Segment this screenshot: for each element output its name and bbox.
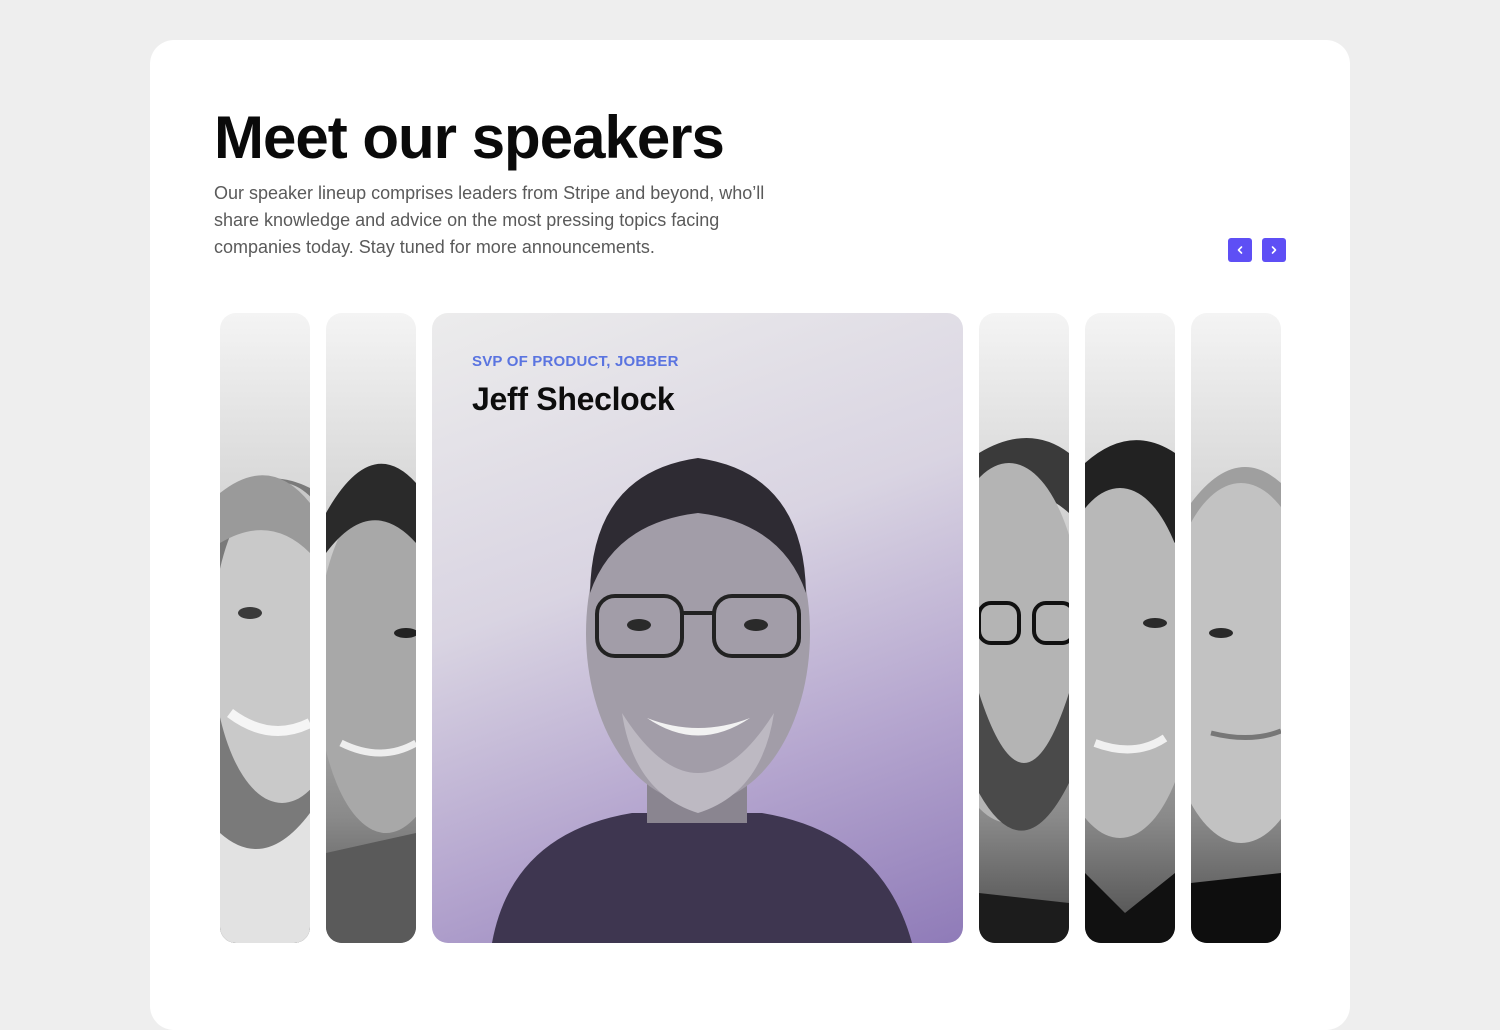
speaker-photo [979,438,1069,943]
carousel-next-button[interactable] [1262,238,1286,262]
speaker-photo [220,475,310,943]
section-title: Meet our speakers [214,104,725,171]
speaker-card-collapsed[interactable] [326,313,416,943]
speaker-photo [1085,440,1175,943]
speaker-card-collapsed[interactable] [1191,313,1281,943]
section-description: Our speaker lineup comprises leaders fro… [214,183,765,257]
speaker-card-featured[interactable]: SVP OF PRODUCT, JOBBER Jeff Sheclock [432,313,963,943]
speaker-card-collapsed[interactable] [220,313,310,943]
speaker-card-collapsed[interactable] [979,313,1069,943]
speaker-card-collapsed[interactable] [1085,313,1175,943]
chevron-left-icon [1237,246,1243,254]
speaker-photo [326,463,416,943]
speakers-card: Meet our speakers Our speaker lineup com… [150,40,1350,1030]
speaker-name: Jeff Sheclock [472,381,675,417]
chevron-right-icon [1271,246,1277,254]
speaker-role: SVP OF PRODUCT, JOBBER [472,353,679,370]
carousel-prev-button[interactable] [1228,238,1252,262]
speaker-photo [1191,467,1281,943]
